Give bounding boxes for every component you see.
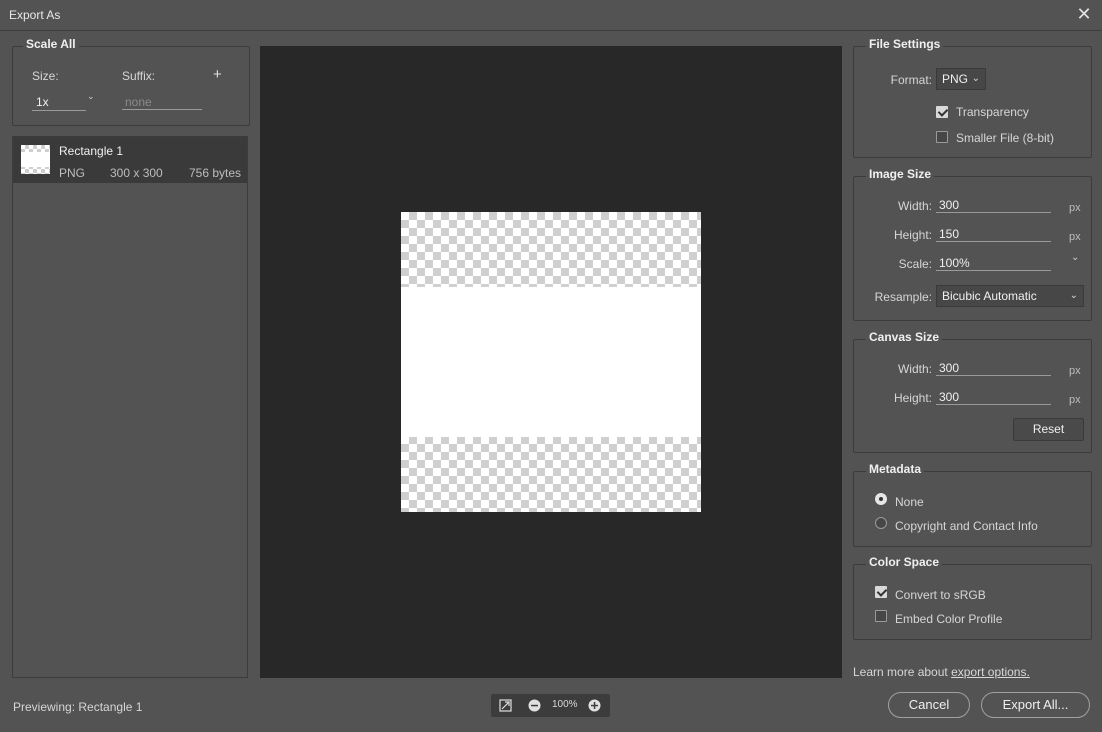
canvas-size-legend: Canvas Size xyxy=(866,330,943,344)
cancel-button[interactable]: Cancel xyxy=(888,692,970,718)
scale-all-group xyxy=(12,46,250,126)
image-height-unit: px xyxy=(1069,231,1081,243)
color-space-legend: Color Space xyxy=(866,555,943,569)
asset-name: Rectangle 1 xyxy=(59,144,124,158)
format-select-value: PNG xyxy=(942,72,969,86)
suffix-input[interactable] xyxy=(122,95,202,110)
convert-srgb-checkbox[interactable] xyxy=(875,586,887,598)
reset-button[interactable]: Reset xyxy=(1013,418,1084,441)
chevron-down-icon: ⌄ xyxy=(971,73,980,84)
metadata-copyright-label: Copyright and Contact Info xyxy=(895,519,1038,533)
asset-list xyxy=(12,136,248,678)
asset-thumbnail xyxy=(21,145,50,174)
preview-canvas xyxy=(260,46,842,678)
scale-label: Scale: xyxy=(898,257,932,271)
canvas-height-input[interactable] xyxy=(936,390,1051,405)
asset-dimensions: 300 x 300 xyxy=(110,166,163,180)
image-width-input[interactable] xyxy=(936,198,1051,213)
canvas-height-unit: px xyxy=(1069,394,1081,406)
asset-filesize: 756 bytes xyxy=(189,166,242,180)
metadata-copyright-radio[interactable] xyxy=(875,517,887,529)
image-width-unit: px xyxy=(1069,202,1081,214)
window-title: Export As xyxy=(9,8,61,22)
suffix-label: Suffix: xyxy=(122,69,156,83)
scale-input[interactable] xyxy=(936,256,1051,271)
metadata-none-radio[interactable] xyxy=(875,493,887,505)
format-select[interactable]: PNG ⌄ xyxy=(936,68,986,90)
image-size-legend: Image Size xyxy=(866,167,935,181)
zoom-in-icon[interactable] xyxy=(588,699,601,712)
transparency-label: Transparency xyxy=(956,105,1029,119)
format-label: Format: xyxy=(890,73,932,87)
chevron-down-icon: ⌄ xyxy=(1069,290,1078,301)
embed-profile-label: Embed Color Profile xyxy=(895,612,1003,626)
close-icon[interactable]: ✕ xyxy=(1074,4,1094,24)
fit-screen-icon[interactable] xyxy=(499,699,512,712)
metadata-none-label: None xyxy=(895,495,924,509)
preview-image xyxy=(401,212,701,512)
scale-all-legend: Scale All xyxy=(23,37,79,51)
size-select[interactable]: 1x xyxy=(32,95,86,111)
smaller-file-checkbox[interactable] xyxy=(936,131,948,143)
chevron-down-icon[interactable]: ⌄ xyxy=(87,91,95,102)
embed-profile-checkbox[interactable] xyxy=(875,610,887,622)
preview-rectangle xyxy=(401,287,701,437)
canvas-width-unit: px xyxy=(1069,365,1081,377)
export-all-button[interactable]: Export All... xyxy=(981,692,1090,718)
add-scale-icon[interactable]: + xyxy=(213,66,222,83)
canvas-height-label: Height: xyxy=(893,391,932,405)
image-height-input[interactable] xyxy=(936,227,1051,242)
canvas-width-input[interactable] xyxy=(936,361,1051,376)
asset-row[interactable]: Rectangle 1 PNG 300 x 300 756 bytes xyxy=(13,137,247,183)
file-settings-legend: File Settings xyxy=(866,37,944,51)
previewing-label: Previewing: Rectangle 1 xyxy=(13,700,143,714)
convert-srgb-label: Convert to sRGB xyxy=(895,588,986,602)
resample-select[interactable]: Bicubic Automatic ⌄ xyxy=(936,285,1084,307)
chevron-down-icon[interactable]: ⌄ xyxy=(1071,252,1079,263)
zoom-out-icon[interactable] xyxy=(528,699,541,712)
previewing-name: Rectangle 1 xyxy=(78,700,143,714)
size-label: Size: xyxy=(32,69,59,83)
metadata-group xyxy=(853,471,1092,547)
title-bar xyxy=(0,0,1102,31)
zoom-toolbar: 100% xyxy=(491,694,610,717)
image-height-label: Height: xyxy=(893,228,932,242)
learn-more-text: Learn more about export options. xyxy=(853,665,1030,679)
metadata-legend: Metadata xyxy=(866,462,925,476)
size-select-value: 1x xyxy=(36,95,49,109)
smaller-file-label: Smaller File (8-bit) xyxy=(956,131,1055,145)
canvas-width-label: Width: xyxy=(897,362,932,376)
resample-label: Resample: xyxy=(874,290,932,304)
color-space-group xyxy=(853,564,1092,640)
resample-select-value: Bicubic Automatic xyxy=(942,289,1037,303)
transparency-checkbox[interactable] xyxy=(936,106,948,118)
zoom-level: 100% xyxy=(552,699,578,710)
export-options-link[interactable]: export options. xyxy=(951,665,1030,679)
asset-format: PNG xyxy=(59,166,86,180)
image-width-label: Width: xyxy=(897,199,932,213)
